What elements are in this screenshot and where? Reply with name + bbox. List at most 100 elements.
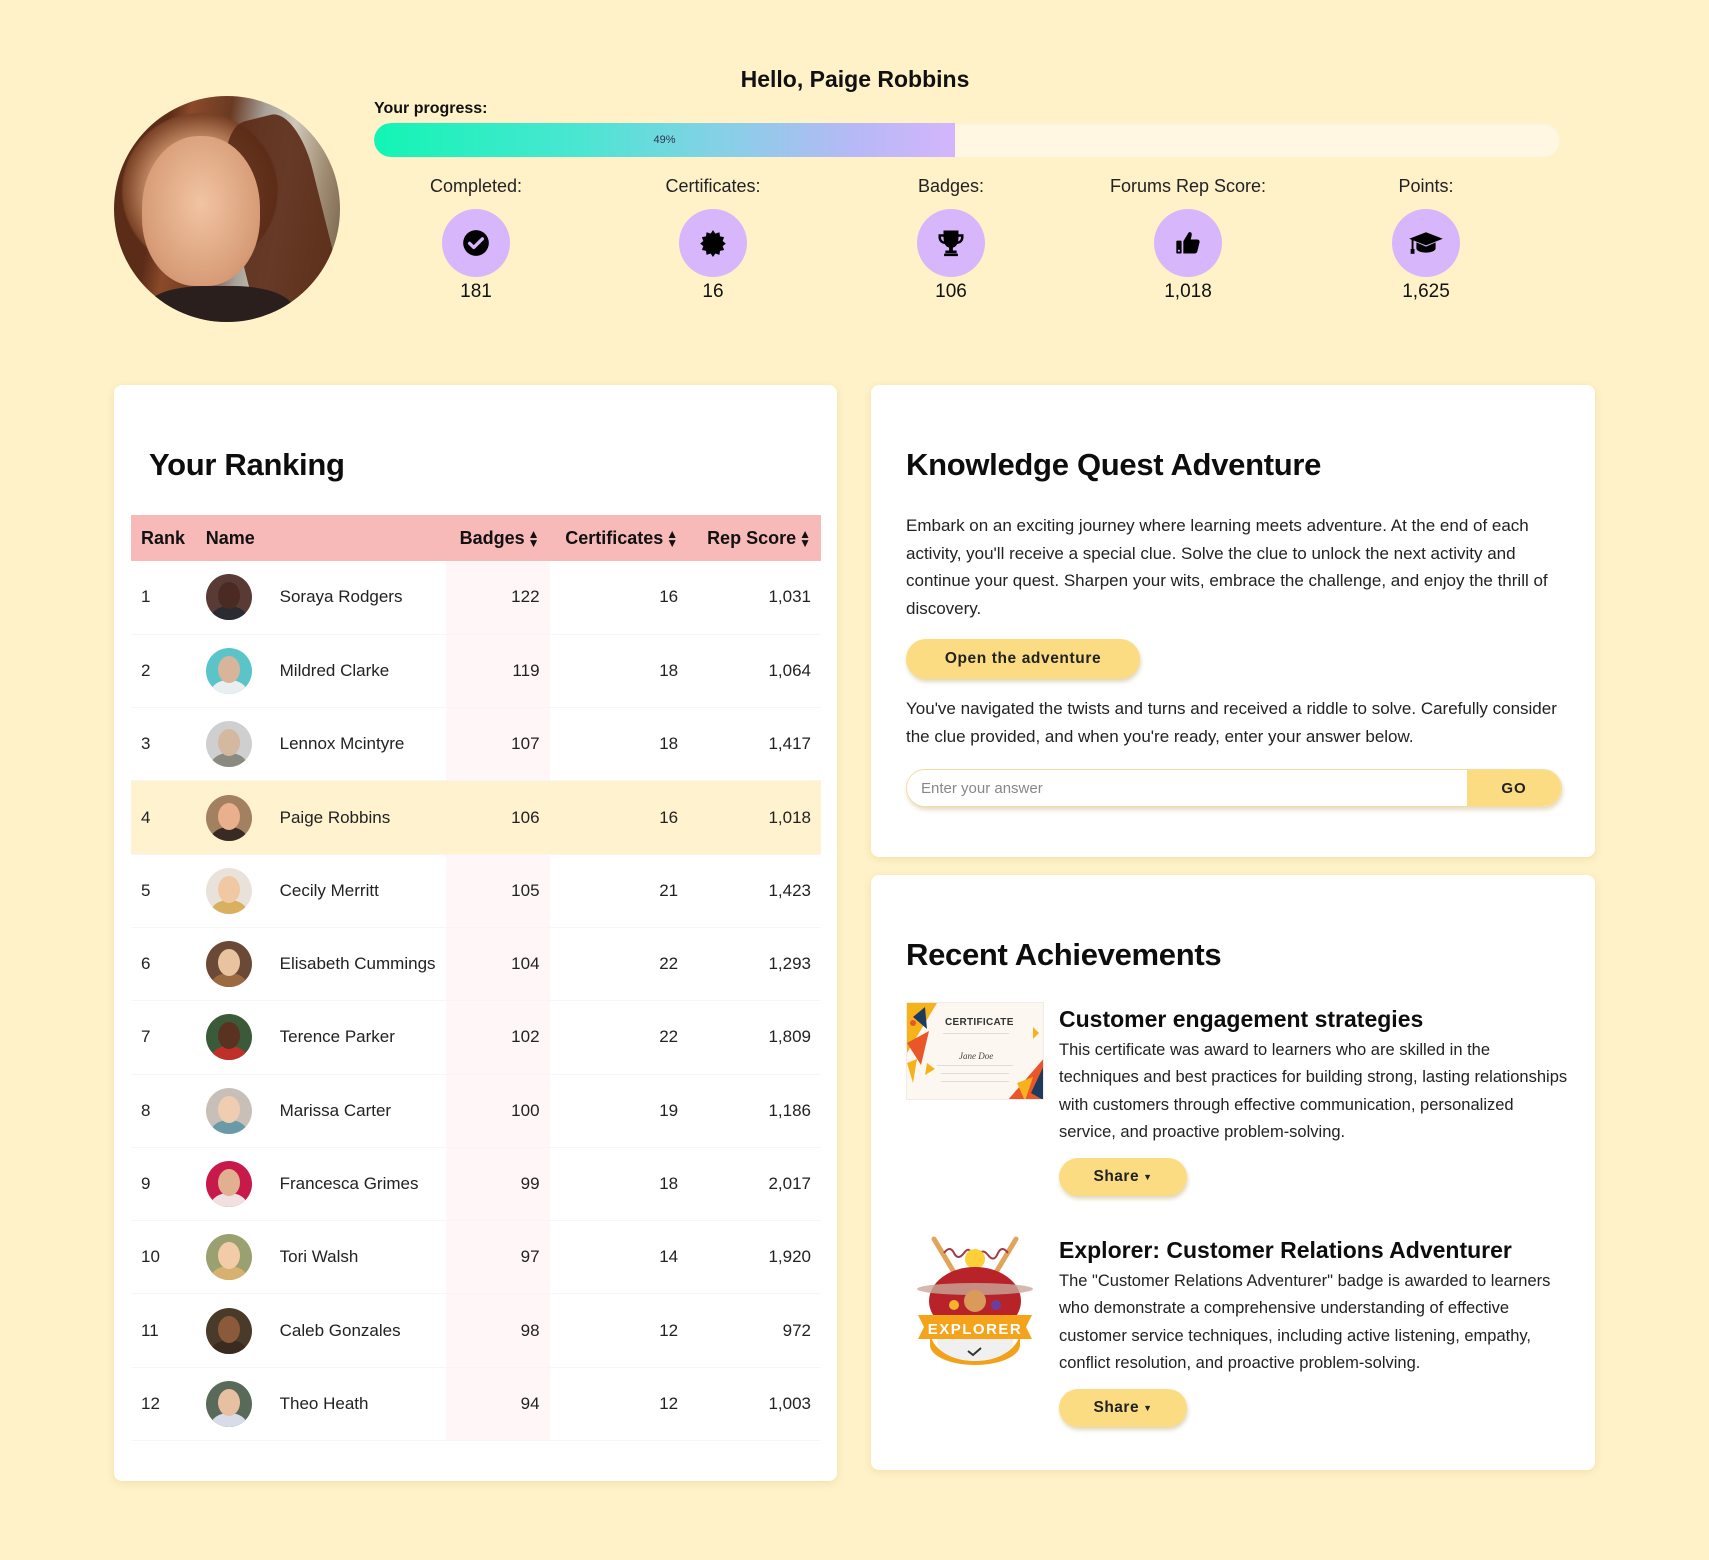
rank-cell: 11 [131,1293,196,1368]
ranking-row: 11 Caleb Gonzales 98 12 972 [131,1293,821,1368]
ranking-row: 12 Theo Heath 94 12 1,003 [131,1367,821,1442]
avatar-cell [195,1000,270,1075]
name-cell: Cecily Merritt [269,854,446,928]
ranking-card: Your Ranking Rank Name Badges ▲ ▼ Certific… [114,385,837,1481]
badges-cell: 100 [445,1074,550,1148]
name-cell: Theo Heath [269,1367,446,1442]
ranking-row: 7 Terence Parker 102 22 1,809 [131,1000,821,1075]
badges-cell: 119 [445,634,550,709]
certificate-thumbnail-title: CERTIFICATE [945,1017,1014,1028]
certificates-cell: 16 [549,780,689,855]
stat-completed: Completed: 181 [366,176,586,303]
avatar [205,1307,252,1354]
avatar [205,1161,252,1208]
ranking-table-body: 1 Soraya Rodgers 122 16 1,031 2 Mildred Clarke… [131,561,821,1442]
name-cell: Marissa Carter [269,1074,446,1148]
avatar-cell [195,707,270,782]
achievement-body: Explorer: Customer Relations Adventurer … [1059,1237,1569,1428]
name-cell: Elisabeth Cummings [269,927,446,1002]
explorer-badge-thumbnail: EXPLORER [906,1235,1044,1365]
rep-score-cell: 1,064 [688,634,821,709]
avatar-cell [195,634,270,709]
go-button[interactable]: GO [1467,770,1561,806]
stat-icon-circle [442,209,510,277]
stat-value: 181 [460,281,492,302]
open-adventure-button[interactable]: Open the adventure [906,639,1140,679]
stat-value: 1,018 [1164,281,1212,302]
certificates-cell: 12 [549,1367,689,1442]
achievement-name: Customer engagement strategies [1059,1006,1424,1032]
achievement-name: Explorer: Customer Relations Adventurer [1059,1237,1512,1263]
badges-cell: 104 [445,927,550,1002]
graduation-cap-icon [1409,232,1443,254]
certificate-line [943,1033,1009,1034]
badges-cell: 107 [445,707,550,782]
share-button[interactable]: Share ▼ [1059,1158,1187,1197]
stat-icon-circle [1154,209,1222,277]
rank-cell: 6 [131,927,196,1002]
rank-cell: 9 [131,1147,196,1222]
column-header-certificates[interactable]: Certificates ▲ ▼ [549,515,689,561]
answer-form: GO [906,769,1562,807]
column-header-rank: Rank [131,515,196,561]
achievements-title: Recent Achievements [906,937,1222,972]
certificates-cell: 16 [549,561,689,635]
badges-cell: 97 [445,1220,550,1295]
avatar [205,1014,252,1061]
quest-intro-text: Embark on an exciting journey where lear… [906,516,1548,618]
avatar-cell [195,780,270,855]
share-button[interactable]: Share ▼ [1059,1389,1187,1428]
avatar [205,1087,252,1134]
column-header-certificates-label: Certificates [565,527,664,548]
avatar [205,867,252,914]
avatar [205,574,252,621]
rep-score-cell: 2,017 [688,1147,821,1222]
caret-down-icon: ▼ [1143,1172,1153,1183]
badges-cell: 98 [445,1293,550,1368]
achievement-description: The "Customer Relations Adventurer" badg… [1059,1272,1551,1372]
certificates-cell: 12 [549,1293,689,1368]
trophy-icon [938,230,964,257]
answer-input[interactable] [907,770,1467,806]
stat-points: Points: 1,625 [1316,176,1536,303]
column-header-rep-score[interactable]: Rep Score ▲ ▼ [688,515,821,561]
avatar [205,941,252,988]
recent-achievements-card: Recent Achievements CERTIFICATE Jane Doe [871,875,1595,1470]
name-cell: Terence Parker [269,1000,446,1075]
stat-label: Badges: [917,176,985,196]
certificates-cell: 18 [549,1147,689,1222]
rank-cell: 7 [131,1000,196,1075]
ranking-row: 6 Elisabeth Cummings 104 22 1,293 [131,927,821,1002]
column-header-badges-label: Badges [459,527,525,548]
stat-icon-circle [679,209,747,277]
avatar [205,1234,252,1281]
quest-title: Knowledge Quest Adventure [906,447,1322,482]
name-cell: Paige Robbins [269,780,446,855]
rep-score-cell: 972 [688,1293,821,1368]
certificate-line [941,1081,1009,1082]
greeting-title: Hello, Paige Robbins [740,66,970,92]
column-header-badges[interactable]: Badges ▲ ▼ [445,515,550,561]
stat-badges: Badges: 106 [841,176,1061,303]
ranking-table: Rank Name Badges ▲ ▼ Certificates ▲ ▼ Rep Sc… [131,515,821,1442]
stat-value: 106 [935,281,967,302]
avatar-cell [195,1220,270,1295]
achievement-description: This certificate was award to learners w… [1059,1041,1568,1141]
certificate-line [941,1073,1009,1074]
sort-icon[interactable]: ▲ ▼ [528,528,540,549]
name-cell: Soraya Rodgers [269,561,446,635]
rep-score-cell: 1,293 [688,927,821,1002]
badges-cell: 99 [445,1147,550,1222]
rep-score-cell: 1,920 [688,1220,821,1295]
stat-forums-rep-score: Forums Rep Score: 1,018 [1078,176,1298,303]
column-header-rep-score-label: Rep Score [707,527,797,548]
ranking-title: Your Ranking [149,447,345,482]
knowledge-quest-card: Knowledge Quest Adventure Embark on an e… [871,385,1595,857]
check-circle-icon [463,230,489,256]
sort-icon[interactable]: ▲ ▼ [799,528,811,549]
certificates-cell: 14 [549,1220,689,1295]
certificate-line [937,1065,1013,1066]
stat-icon-circle [1392,209,1460,277]
stat-label: Forums Rep Score: [1109,176,1267,196]
sort-icon[interactable]: ▲ ▼ [666,528,678,549]
